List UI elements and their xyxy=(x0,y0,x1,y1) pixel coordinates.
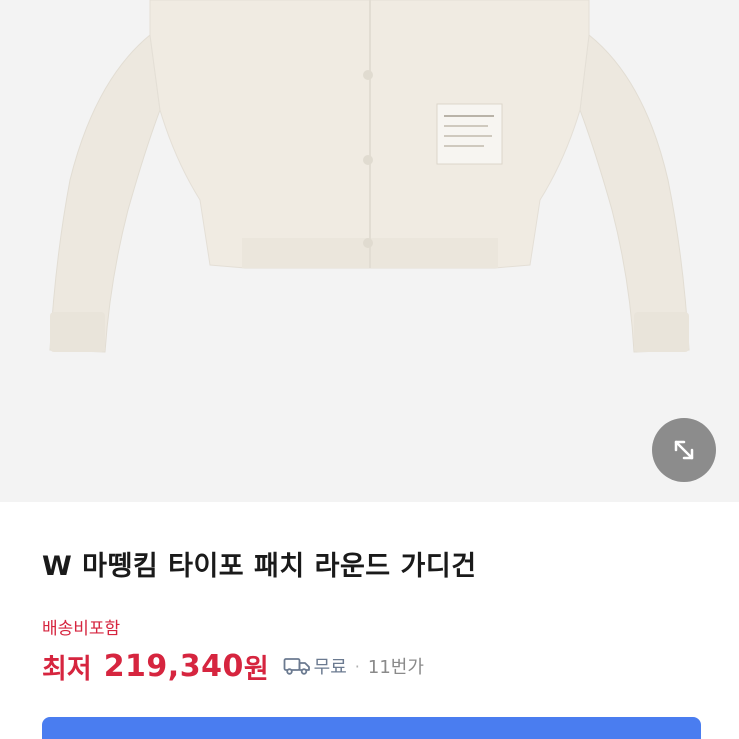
buy-button[interactable] xyxy=(42,717,701,739)
seller-name[interactable]: 11번가 xyxy=(368,653,424,679)
price-value: 219,340 xyxy=(103,648,244,684)
shipping-included-note: 배송비포함 xyxy=(42,619,121,639)
separator-dot: · xyxy=(354,656,360,676)
product-image-area[interactable] xyxy=(0,0,739,502)
lowest-price-label: 최저 xyxy=(42,653,92,685)
expand-image-button[interactable] xyxy=(652,418,716,482)
expand-arrows-icon xyxy=(674,440,694,460)
product-photo xyxy=(49,0,690,353)
price-row: 최저 219,340 원 무료 · 11번가 xyxy=(42,646,424,686)
free-shipping-badge: 무료 xyxy=(313,657,347,678)
delivery-truck-icon xyxy=(283,656,311,676)
price-unit: 원 xyxy=(243,653,269,685)
product-title: W 마뗑킴 타이포 패치 라운드 가디건 xyxy=(42,551,477,582)
product-detail-page: W 마뗑킴 타이포 패치 라운드 가디건 배송비포함 최저 219,340 원 … xyxy=(0,0,739,739)
